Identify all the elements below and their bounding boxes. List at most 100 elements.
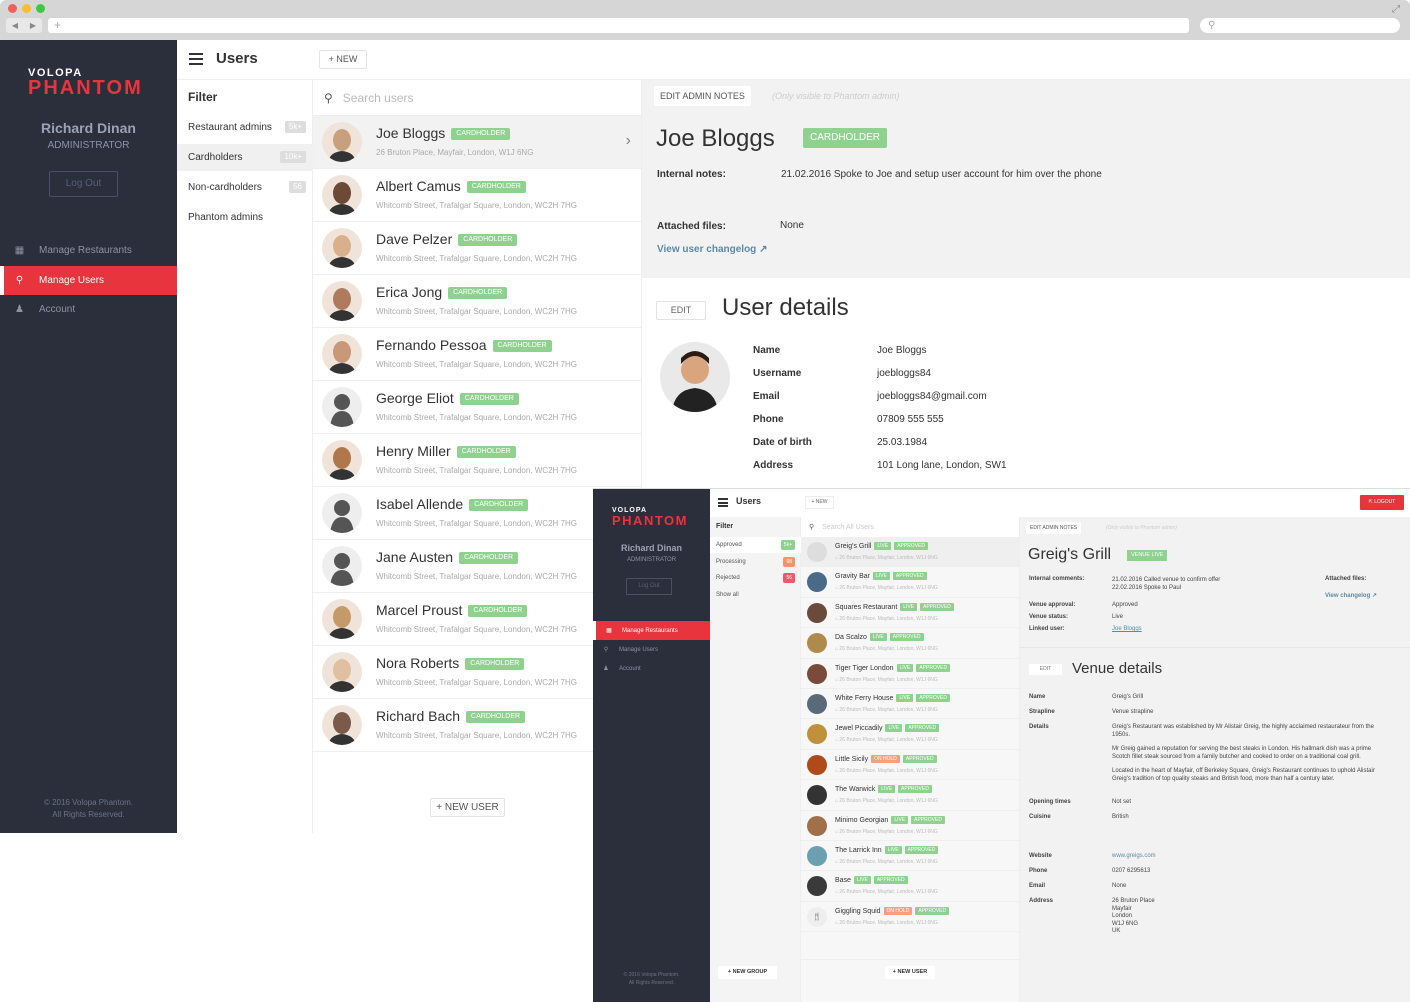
filter-panel-2: Filter Approved 5k+ Processing 98 Rejected 56… — [710, 517, 801, 1002]
logout-button[interactable]: Log Out — [49, 171, 118, 197]
user-list-item[interactable]: Albert Camus CARDHOLDER Whitcomb Street, … — [313, 169, 641, 222]
venue-list-item[interactable]: Minimo Georgian LIVE APPROVED ⌂ 26 Bruton … — [801, 811, 1019, 841]
user-list-item[interactable]: Isabel Allende CARDHOLDER Whitcomb Street… — [313, 487, 641, 540]
page-title: Users — [216, 50, 258, 67]
new-button[interactable]: + NEW — [319, 50, 367, 69]
nav-account[interactable]: ♟ Account — [593, 659, 710, 678]
venue-avatar — [807, 663, 827, 684]
linked-user-link[interactable]: Joe Bloggs — [1112, 626, 1142, 632]
venue-address: 26 Bruton Place, Mayfair, London, W1J 6N… — [839, 858, 938, 865]
user-list-item[interactable]: Marcel Proust CARDHOLDER Whitcomb Street,… — [313, 593, 641, 646]
top-logout-button[interactable]: ⇱ LOGOUT — [1360, 495, 1404, 510]
venue-avatar — [807, 754, 827, 775]
user-address: Whitcomb Street, Trafalgar Square, Londo… — [376, 360, 577, 369]
maximize-window-icon[interactable] — [36, 4, 45, 13]
filter-item[interactable]: Processing 98 — [710, 554, 801, 570]
new-group-button[interactable]: + NEW GROUP — [718, 966, 777, 979]
user-list-item[interactable]: Dave Pelzer CARDHOLDER Whitcomb Street, T… — [313, 222, 641, 275]
field-label: Cuisine — [1029, 814, 1051, 820]
filter-cardholders[interactable]: Cardholders 10k+ — [177, 144, 313, 171]
venue-list-item[interactable]: Base LIVE APPROVED ⌂ 26 Bruton Place, Mayf… — [801, 871, 1019, 902]
venue-list-item[interactable]: Greig's Grill LIVE APPROVED ⌂ 26 Bruton Pl… — [801, 537, 1019, 568]
new-user-button[interactable]: + NEW USER — [430, 798, 505, 817]
chevron-right-icon[interactable]: › — [626, 132, 631, 150]
expand-icon[interactable]: ⤢ — [1392, 4, 1400, 15]
user-name: Marcel Proust — [376, 602, 463, 618]
filter-item[interactable]: Show all — [710, 587, 801, 603]
filter-title: Filter — [188, 90, 218, 104]
nav-manage-restaurants[interactable]: ▦ Manage Restaurants — [0, 236, 177, 265]
new-user-button[interactable]: + NEW USER — [885, 966, 935, 979]
filter-panel: Filter Restaurant admins 5k+ Cardholders 1… — [177, 80, 313, 833]
status-tag: ON HOLD — [883, 906, 913, 915]
detail-tag: CARDHOLDER — [803, 128, 888, 148]
edit-button[interactable]: EDIT — [656, 301, 706, 320]
user-address: Whitcomb Street, Trafalgar Square, Londo… — [376, 731, 577, 740]
venue-address: 26 Bruton Place, Mayfair, London, W1J 6N… — [839, 919, 938, 926]
nav-manage-users[interactable]: ⚲ Manage Users — [0, 266, 177, 295]
nav-account[interactable]: ♟ Account — [0, 295, 177, 324]
back-icon[interactable]: ◀ — [12, 21, 18, 30]
view-changelog-link[interactable]: View changelog ↗ — [1325, 592, 1377, 599]
top-bar-2: Users + NEW ⇱ LOGOUT — [710, 489, 1410, 517]
website-link[interactable]: www.greigs.com — [1112, 853, 1156, 859]
edit-button[interactable]: EDIT — [1029, 664, 1062, 675]
user-list-item[interactable]: Erica Jong CARDHOLDER Whitcomb Street, Tr… — [313, 275, 641, 328]
new-tab-icon[interactable]: + — [54, 18, 61, 32]
address-bar[interactable]: + — [48, 18, 1189, 33]
venue-list-item[interactable]: The Warwick LIVE APPROVED ⌂ 26 Bruton Plac… — [801, 780, 1019, 811]
field-value: Venue strapline — [1112, 709, 1154, 715]
venue-list-item[interactable]: Squares Restaurant LIVE APPROVED ⌂ 26 Brut… — [801, 598, 1019, 629]
user-list-item[interactable]: Richard Bach CARDHOLDER Whitcomb Street, … — [313, 699, 641, 752]
filter-phantom-admins[interactable]: Phantom admins — [177, 204, 313, 231]
venue-list-item[interactable]: Jewel Piccadily LIVE APPROVED ⌂ 26 Bruton … — [801, 719, 1019, 750]
user-list-item[interactable]: Henry Miller CARDHOLDER Whitcomb Street, … — [313, 434, 641, 487]
edit-admin-notes-button[interactable]: EDIT ADMIN NOTES — [1026, 522, 1082, 534]
user-avatar — [322, 281, 362, 321]
user-list-item[interactable]: Fernando Pessoa CARDHOLDER Whitcomb Stree… — [313, 328, 641, 381]
venue-list-item[interactable]: Gravity Bar LIVE APPROVED ⌂ 26 Bruton Plac… — [801, 567, 1019, 598]
close-window-icon[interactable] — [8, 4, 17, 13]
edit-admin-notes-button[interactable]: EDIT ADMIN NOTES — [654, 86, 751, 106]
venue-list-item[interactable]: Tiger Tiger London LIVE APPROVED ⌂ 26 Brut… — [801, 659, 1019, 689]
new-button[interactable]: + NEW — [805, 496, 834, 509]
nav-manage-users[interactable]: ⚲ Manage Users — [593, 640, 710, 659]
nav-manage-restaurants[interactable]: ▦ Manage Restaurants — [593, 621, 710, 640]
comment-line: 21.02.2016 Called venue to confirm offer — [1112, 577, 1221, 583]
logout-button[interactable]: Log Out — [626, 578, 672, 595]
user-list-item[interactable]: Nora Roberts CARDHOLDER Whitcomb Street, … — [313, 646, 641, 699]
venue-avatar — [807, 633, 827, 654]
venue-list-item[interactable]: White Ferry House LIVE APPROVED ⌂ 26 Bruto… — [801, 689, 1019, 720]
user-list-item[interactable]: George Eliot CARDHOLDER Whitcomb Street, … — [313, 381, 641, 434]
user-list-item[interactable]: Jane Austen CARDHOLDER Whitcomb Street, T… — [313, 540, 641, 593]
venue-list-item[interactable]: Little Sicily ON HOLD APPROVED ⌂ 26 Bruton… — [801, 750, 1019, 781]
venue-list-item[interactable]: The Larrick Inn LIVE APPROVED ⌂ 26 Bruton … — [801, 841, 1019, 872]
approval-tag: APPROVED — [873, 876, 908, 885]
venue-list-item[interactable]: 🍴︎ Giggling Squid ON HOLD APPROVED ⌂ 26 Br… — [801, 902, 1019, 933]
minimize-window-icon[interactable] — [22, 4, 31, 13]
visibility-note: (Only visible to Phantom admin) — [1106, 525, 1177, 531]
hamburger-menu-icon[interactable] — [189, 53, 203, 65]
field-label: Name — [753, 345, 781, 356]
details-value: Greig's Restaurant was established by Mr… — [1112, 724, 1387, 783]
filter-item[interactable]: Approved 5k+ — [710, 537, 801, 553]
browser-search[interactable]: ⚲ — [1200, 18, 1400, 33]
user-avatar — [322, 493, 362, 533]
user-name: Henry Miller — [376, 443, 451, 459]
search-input[interactable]: ⚲ Search All Users — [801, 517, 1019, 537]
venue-address: 26 Bruton Place, Mayfair, London, W1J 6N… — [839, 798, 938, 805]
filter-item[interactable]: Rejected 56 — [710, 570, 801, 586]
view-changelog-link[interactable]: View user changelog ↗ — [657, 244, 767, 255]
filter-restaurant-admins[interactable]: Restaurant admins 5k+ — [177, 114, 313, 141]
copyright-line: All Rights Reserved. — [52, 810, 125, 819]
field-label: Strapline — [1029, 709, 1055, 715]
approval-tag: APPROVED — [916, 693, 950, 702]
filter-non-cardholders[interactable]: Non-cardholders 56 — [177, 174, 313, 201]
venue-name: Little Sicily — [835, 755, 869, 763]
forward-icon[interactable]: ▶ — [30, 21, 36, 30]
venue-avatar — [807, 845, 827, 866]
field-value: 101 Long lane, London, SW1 — [877, 460, 1007, 471]
user-list-item[interactable]: Joe Bloggs CARDHOLDER 26 Bruton Place, Ma… — [313, 116, 641, 169]
search-input[interactable]: ⚲ Search users — [313, 80, 641, 116]
venue-list-item[interactable]: Da Scalzo LIVE APPROVED ⌂ 26 Bruton Place,… — [801, 628, 1019, 659]
